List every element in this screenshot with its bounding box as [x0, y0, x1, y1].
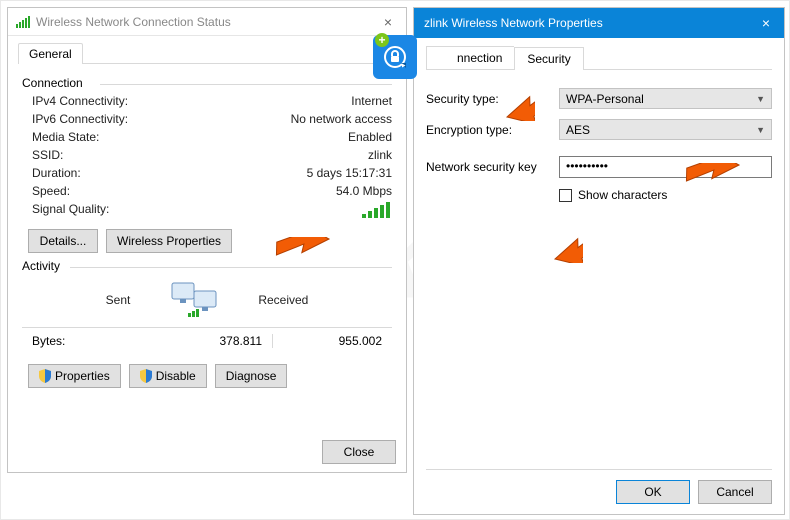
security-type-label: Security type: [426, 92, 551, 106]
chevron-down-icon: ▼ [756, 125, 765, 135]
signal-quality-label: Signal Quality: [32, 202, 109, 221]
ipv6-value: No network access [291, 112, 392, 126]
properties-title: zlink Wireless Network Properties [424, 16, 603, 30]
disable-button-label: Disable [156, 369, 196, 383]
ipv4-label: IPv4 Connectivity: [32, 94, 128, 108]
network-security-key-input[interactable]: •••••••••• [559, 156, 772, 178]
close-button[interactable]: Close [322, 440, 396, 464]
details-button[interactable]: Details... [28, 229, 98, 253]
close-icon[interactable]: × [378, 14, 398, 30]
show-characters-label: Show characters [578, 188, 667, 202]
close-icon[interactable]: × [758, 15, 774, 31]
shield-icon [39, 369, 51, 383]
disable-button[interactable]: Disable [129, 364, 207, 388]
ipv4-value: Internet [351, 94, 392, 108]
security-type-dropdown[interactable]: WPA-Personal ▼ [559, 88, 772, 109]
diagnose-button[interactable]: Diagnose [215, 364, 288, 388]
received-label: Received [258, 293, 308, 307]
security-type-value: WPA-Personal [566, 92, 644, 106]
tab-general[interactable]: General [18, 43, 83, 64]
signal-icon [16, 16, 30, 28]
show-characters-checkbox[interactable] [559, 189, 572, 202]
ssid-value: zlink [368, 148, 392, 162]
activity-monitors-icon [170, 281, 218, 319]
media-label: Media State: [32, 130, 99, 144]
lock-badge-icon [373, 35, 417, 79]
shield-icon [140, 369, 152, 383]
bytes-label: Bytes: [32, 334, 142, 348]
speed-value: 54.0 Mbps [336, 184, 392, 198]
duration-label: Duration: [32, 166, 81, 180]
wireless-status-window: Wireless Network Connection Status × Gen… [7, 7, 407, 473]
signal-quality-bars [362, 202, 392, 221]
status-titlebar: Wireless Network Connection Status × [8, 8, 406, 36]
status-title: Wireless Network Connection Status [36, 15, 231, 29]
encryption-type-label: Encryption type: [426, 123, 551, 137]
status-tabs: General [8, 36, 406, 63]
properties-titlebar: zlink Wireless Network Properties × [414, 8, 784, 38]
ipv6-label: IPv6 Connectivity: [32, 112, 128, 126]
connection-legend: Connection [22, 76, 392, 90]
media-value: Enabled [348, 130, 392, 144]
wireless-properties-button[interactable]: Wireless Properties [106, 229, 232, 253]
properties-button[interactable]: Properties [28, 364, 121, 388]
signal-bars-icon [362, 202, 392, 218]
properties-tabs: nnection Security [426, 46, 772, 69]
wireless-properties-window: zlink Wireless Network Properties × nnec… [413, 7, 785, 515]
duration-value: 5 days 15:17:31 [307, 166, 392, 180]
properties-button-label: Properties [55, 369, 110, 383]
cancel-button[interactable]: Cancel [698, 480, 772, 504]
activity-legend: Activity [22, 259, 392, 273]
bytes-received-value: 955.002 [312, 334, 382, 348]
tab-security[interactable]: Security [514, 47, 583, 70]
encryption-type-value: AES [566, 123, 590, 137]
network-key-label: Network security key [426, 160, 551, 174]
tab-connection[interactable]: nnection [426, 46, 514, 69]
encryption-type-dropdown[interactable]: AES ▼ [559, 119, 772, 140]
ssid-label: SSID: [32, 148, 63, 162]
bytes-sent-value: 378.811 [142, 334, 262, 348]
ok-button[interactable]: OK [616, 480, 690, 504]
chevron-down-icon: ▼ [756, 94, 765, 104]
speed-label: Speed: [32, 184, 70, 198]
sent-label: Sent [106, 293, 131, 307]
